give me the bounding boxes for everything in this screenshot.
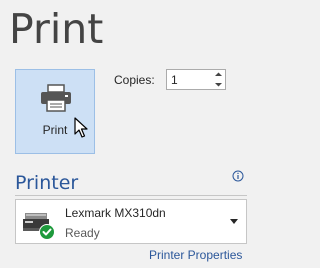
printer-properties-link[interactable]: Printer Properties (149, 248, 242, 262)
printer-name: Lexmark MX310dn (65, 206, 166, 220)
copies-label: Copies: (114, 73, 155, 87)
section-divider (15, 195, 247, 196)
copies-stepper[interactable] (166, 69, 226, 90)
copies-input[interactable] (167, 70, 211, 89)
printer-device-icon (23, 213, 55, 240)
decrement-copies-button[interactable] (212, 80, 225, 89)
mouse-cursor-icon (74, 117, 88, 138)
chevron-down-icon (230, 219, 238, 224)
page-title: Print (9, 5, 104, 53)
printer-icon (41, 84, 71, 112)
info-icon[interactable] (232, 170, 244, 182)
printer-status: Ready (65, 226, 100, 240)
printer-section-heading: Printer (15, 172, 79, 194)
increment-copies-button[interactable] (212, 70, 225, 79)
print-button[interactable]: Print (15, 69, 95, 154)
printer-select-dropdown[interactable]: Lexmark MX310dn Ready (15, 199, 247, 244)
